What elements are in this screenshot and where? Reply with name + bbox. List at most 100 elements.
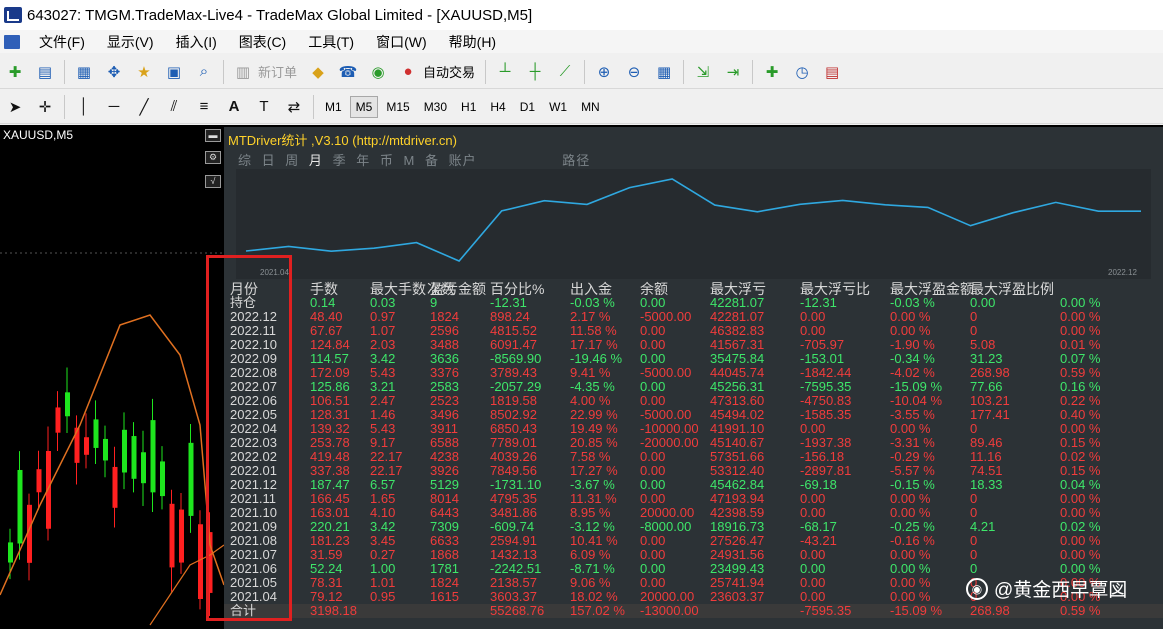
table-row: 2022.08 172.09 5.43 3376 3789.43 9.41 % -5000.… [224,366,1163,380]
timeframe-mn[interactable]: MN [575,96,606,118]
equidistant-channel-icon[interactable]: ⫽ [163,96,185,118]
horizontal-line-icon[interactable]: ─ [103,96,125,118]
row-cell: 48.40 [310,309,343,324]
row-cell: 0.00 % [1060,505,1101,520]
tab-month[interactable]: 月 [309,153,323,168]
row-cell: -20000.00 [640,435,699,450]
auto-trade-button[interactable]: 自动交易 [423,62,475,81]
row-cell: 45494.02 [710,407,765,422]
indicators-icon[interactable]: ✚ [761,61,783,83]
row-cell: 166.45 [310,491,350,506]
row-cell: 1.01 [370,575,396,590]
menu-charts[interactable]: 图表(C) [228,32,297,52]
row-cell: 0.00 % [890,589,931,604]
text-tool-button[interactable]: A [223,96,245,118]
tab-currency[interactable]: 币 [380,153,394,168]
arrows-icon[interactable]: ⇄ [283,96,305,118]
row-cell: 4238 [430,449,459,464]
tab-account[interactable]: 账户 [449,153,477,168]
row-cell: 9.17 [370,435,396,450]
candlestick-icon[interactable]: ┼ [524,61,546,83]
timeframe-m15[interactable]: M15 [380,96,415,118]
new-order-icon[interactable]: ▥ [232,61,254,83]
chart-window-icon[interactable] [4,34,20,49]
gold-bar-icon[interactable]: ◆ [307,61,329,83]
templates-icon[interactable]: ▤ [821,61,843,83]
row-cell: 3636 [430,351,459,366]
row-cell: 3496 [430,407,459,422]
row-cell: 103.21 [970,393,1010,408]
vertical-line-icon[interactable]: │ [73,96,95,118]
row-cell: 0.02 % [1060,519,1101,534]
panel-check-icon[interactable]: √ [205,175,221,188]
row-cell: 0.03 [370,295,396,310]
row-cell: -3.67 % [570,477,615,492]
tab-week[interactable]: 周 [285,153,299,168]
terminal-icon[interactable]: ▣ [163,61,185,83]
tab-m[interactable]: M [403,153,415,168]
market-watch-icon[interactable]: ▦ [73,61,95,83]
timeframe-m1[interactable]: M1 [319,96,348,118]
tab-summary[interactable]: 综 [238,153,252,168]
table-row: 2021.07 31.59 0.27 1868 1432.13 6.09 % 0.00 249… [224,548,1163,562]
row-cell: -10.04 % [890,393,943,408]
cursor-icon[interactable]: ➤ [4,96,26,118]
data-window-icon[interactable]: ✥ [103,61,125,83]
row-cell: 24931.56 [710,547,765,562]
menu-file[interactable]: 文件(F) [28,32,96,52]
row-cell: 0.00 [800,561,826,576]
text-label-icon[interactable]: T [253,96,275,118]
row-cell: -5000.00 [640,309,692,324]
timeframe-h4[interactable]: H4 [484,96,511,118]
row-cell: 0.00 % [1060,421,1101,436]
auto-trade-icon[interactable]: ● [397,61,419,83]
menu-insert[interactable]: 插入(I) [165,32,228,52]
table-row: 2022.01 337.38 22.17 3926 7849.56 17.27 % 0.00… [224,464,1163,478]
row-cell: 23603.37 [710,589,765,604]
chart-shift-icon[interactable]: ⇥ [722,61,744,83]
timeframe-m5[interactable]: M5 [349,95,379,118]
row-cell: 187.47 [310,477,350,492]
tab-year[interactable]: 年 [356,153,370,168]
profiles-icon[interactable]: ▤ [34,61,56,83]
periods-icon[interactable]: ◷ [791,61,813,83]
menu-tools[interactable]: 工具(T) [297,32,365,52]
strategy-tester-icon[interactable]: ⌕ [193,61,215,83]
tile-windows-icon[interactable]: ▦ [653,61,675,83]
zoom-out-icon[interactable]: ⊖ [623,61,645,83]
row-cell: 0.00 % [890,309,931,324]
zoom-in-icon[interactable]: ⊕ [593,61,615,83]
row-cell: 172.09 [310,365,350,380]
tab-route[interactable]: 路径 [562,153,590,168]
menu-help[interactable]: 帮助(H) [438,32,507,52]
autoscroll-icon[interactable]: ⇲ [692,61,714,83]
column-header: 最大浮亏 [710,281,766,297]
column-header: 百分比% [490,281,545,297]
market-icon[interactable]: ◉ [367,61,389,83]
new-chart-icon[interactable]: ✚ [4,61,26,83]
tab-note[interactable]: 备 [425,153,439,168]
timeframe-h1[interactable]: H1 [455,96,482,118]
tab-quarter[interactable]: 季 [333,153,347,168]
navigator-icon[interactable]: ★ [133,61,155,83]
chart-symbol-label: XAUUSD,M5 [3,128,74,142]
menu-window[interactable]: 窗口(W) [365,32,438,52]
trendline-icon[interactable]: ╱ [133,96,155,118]
crosshair-icon[interactable]: ✛ [34,96,56,118]
row-cell: 0 [970,547,978,562]
menu-view[interactable]: 显示(V) [96,32,165,52]
tab-day[interactable]: 日 [262,153,276,168]
new-order-button[interactable]: 新订单 [258,62,297,81]
panel-collapse-button[interactable]: ▬ [205,129,221,142]
panel-settings-icon[interactable]: ⚙ [205,151,221,164]
fibonacci-icon[interactable]: ≡ [193,96,215,118]
timeframe-m30[interactable]: M30 [418,96,453,118]
timeframe-d1[interactable]: D1 [514,96,541,118]
signals-icon[interactable]: ☎ [337,61,359,83]
timeframe-w1[interactable]: W1 [543,96,573,118]
row-cell: 11.58 % [570,323,617,338]
line-chart-icon[interactable]: ⟋ [554,61,576,83]
column-header: 最大浮盈比例 [970,281,1054,297]
row-cell: 0.00 % [890,421,931,436]
bar-chart-icon[interactable]: ┴ [494,61,516,83]
